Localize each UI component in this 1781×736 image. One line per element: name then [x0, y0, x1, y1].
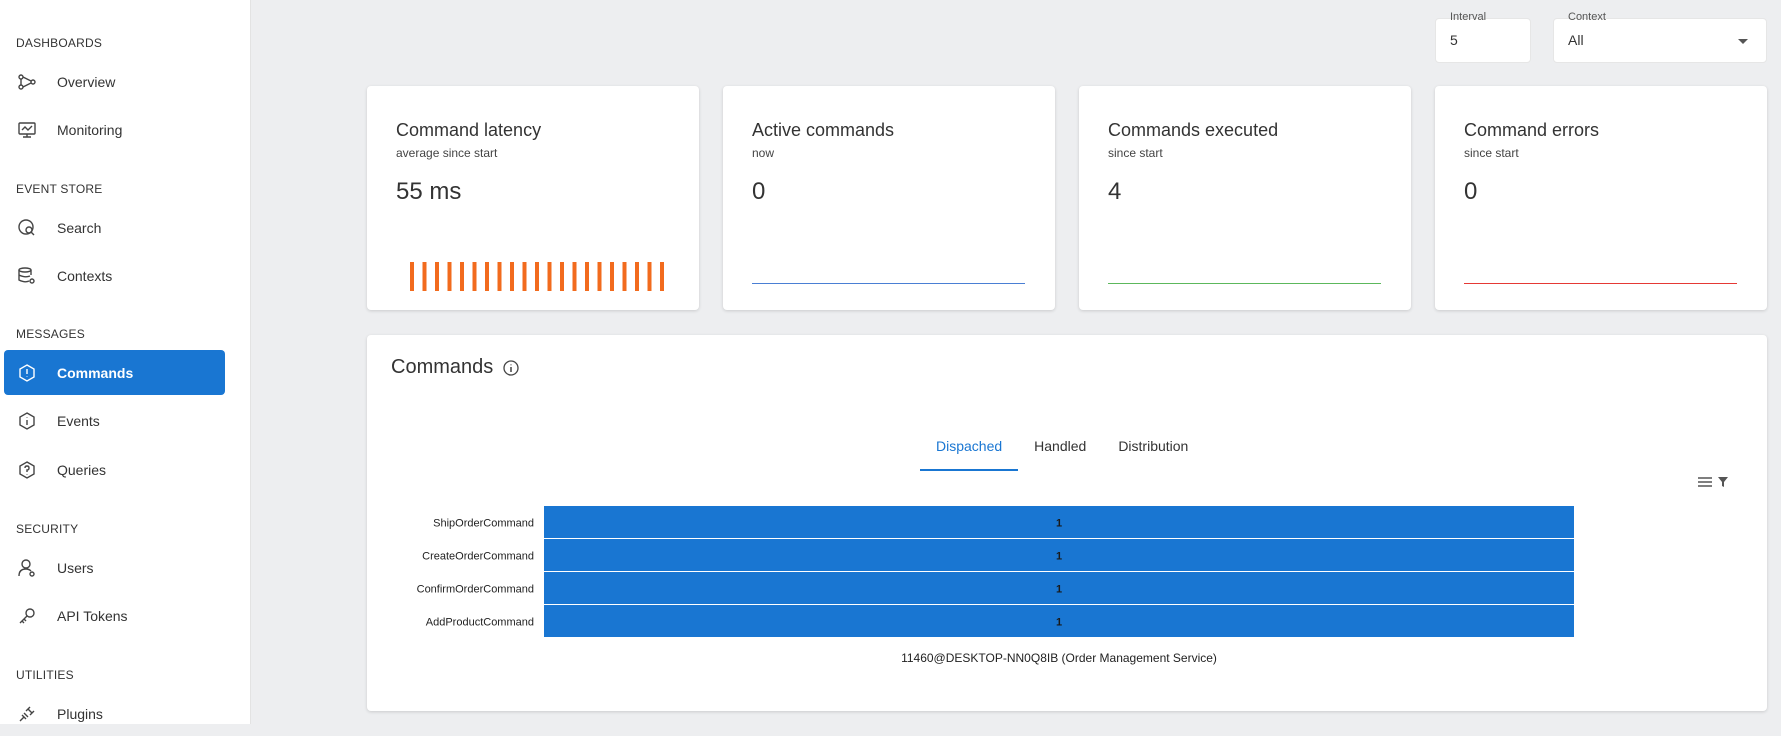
card-value: 0 [752, 178, 766, 205]
card-active-commands: Active commands now 0 [723, 86, 1055, 310]
events-icon [16, 410, 38, 432]
latency-sparkline [410, 262, 664, 291]
data-label: 1 [1056, 617, 1062, 629]
latency-bar [422, 262, 427, 291]
commands-icon [16, 362, 38, 384]
sidebar-item-label: Users [57, 559, 94, 576]
card-subtitle: average since start [396, 146, 498, 160]
sidebar-item-queries[interactable]: Queries [4, 447, 225, 492]
card-value: 0 [1464, 178, 1478, 205]
interval-field[interactable]: Interval 5 [1435, 11, 1531, 63]
section-title-utilities: UTILITIES [16, 668, 74, 682]
sidebar-item-api-tokens[interactable]: API Tokens [4, 593, 225, 638]
card-command-latency: Command latency average since start 55 m… [367, 86, 699, 310]
latency-bar [597, 262, 602, 291]
latency-bar [585, 262, 589, 291]
latency-bar [510, 262, 514, 291]
card-value: 55 ms [396, 178, 462, 205]
overview-icon [16, 71, 38, 93]
latency-bar [547, 262, 552, 291]
users-icon [16, 557, 38, 579]
latency-bar [410, 262, 414, 291]
context-label: Context [1568, 11, 1606, 23]
latency-bar [660, 262, 664, 291]
card-title: Command errors [1464, 120, 1600, 140]
sidebar-item-label: Commands [57, 364, 134, 381]
category-label: CreateOrderCommand [422, 551, 534, 563]
latency-bar [447, 262, 452, 291]
sidebar-item-events[interactable]: Events [4, 398, 225, 443]
card-command-errors: Command errors since start 0 [1435, 86, 1767, 310]
latency-bar [647, 262, 652, 291]
latency-bar [460, 262, 464, 291]
key-icon [16, 605, 38, 627]
sidebar-item-label: Monitoring [57, 121, 123, 138]
context-select[interactable]: Context All [1553, 11, 1767, 63]
sidebar-item-label: Plugins [57, 705, 103, 722]
latency-bar [635, 262, 639, 291]
errors-sparkline [1464, 283, 1737, 284]
interval-input[interactable]: 5 [1450, 32, 1458, 48]
latency-bar [435, 262, 439, 291]
active-sparkline [752, 283, 1025, 284]
card-commands-executed: Commands executed since start 4 [1079, 86, 1411, 310]
commands-chart: ShipOrderCommand 1 CreateOrderCommand 1 Conf… [417, 506, 1574, 665]
chart-legend: 11460@DESKTOP-NN0Q8IB (Order Management … [901, 651, 1217, 665]
card-title: Commands executed [1108, 120, 1279, 140]
latency-bar [485, 262, 489, 291]
data-label: 1 [1056, 584, 1062, 596]
card-title: Command latency [396, 120, 542, 140]
sidebar-item-label: Search [57, 219, 102, 236]
latency-bar [572, 262, 577, 291]
sidebar-item-commands[interactable]: Commands [4, 350, 225, 395]
card-subtitle: since start [1464, 146, 1519, 160]
category-label: ShipOrderCommand [433, 518, 534, 530]
sidebar-item-label: Contexts [57, 267, 113, 284]
card-title: Active commands [752, 120, 895, 140]
section-title-security: SECURITY [16, 522, 79, 536]
context-value: All [1568, 32, 1584, 48]
card-value: 4 [1108, 178, 1122, 205]
sidebar-item-contexts[interactable]: Contexts [4, 253, 225, 298]
queries-icon [16, 459, 38, 481]
chevron-down-icon[interactable] [1738, 39, 1748, 44]
interval-label: Interval [1450, 11, 1487, 23]
latency-bar [522, 262, 527, 291]
latency-bar [560, 262, 564, 291]
sidebar-item-overview[interactable]: Overview [4, 59, 225, 104]
section-title-dashboards: DASHBOARDS [16, 36, 103, 50]
sidebar: DASHBOARDS Overview Monitoring EVENT STO… [0, 0, 251, 724]
sidebar-item-monitoring[interactable]: Monitoring [4, 107, 225, 152]
category-label: AddProductCommand [426, 617, 534, 629]
latency-bar [497, 262, 502, 291]
sidebar-item-label: Events [57, 412, 100, 429]
sidebar-item-search[interactable]: Search [4, 205, 225, 250]
latency-bar [535, 262, 539, 291]
monitoring-icon [16, 119, 38, 141]
latency-bar [610, 262, 614, 291]
contexts-icon [16, 265, 38, 287]
sidebar-item-plugins[interactable]: Plugins [4, 691, 225, 736]
card-subtitle: now [752, 146, 775, 160]
executed-sparkline [1108, 283, 1381, 284]
card-subtitle: since start [1108, 146, 1163, 160]
sidebar-item-label: Overview [57, 73, 116, 90]
category-label: ConfirmOrderCommand [417, 584, 534, 596]
section-title-messages: MESSAGES [16, 327, 85, 341]
sidebar-item-label: Queries [57, 461, 107, 478]
search-icon [16, 217, 38, 239]
latency-bar [622, 262, 627, 291]
data-label: 1 [1056, 518, 1062, 530]
data-label: 1 [1056, 551, 1062, 563]
plugins-icon [16, 703, 38, 725]
latency-bar [472, 262, 477, 291]
sidebar-item-users[interactable]: Users [4, 545, 225, 590]
commands-panel: Commands Dispached Handled Distribution … [367, 335, 1767, 711]
sidebar-item-label: API Tokens [57, 607, 128, 624]
section-title-event-store: EVENT STORE [16, 182, 103, 196]
